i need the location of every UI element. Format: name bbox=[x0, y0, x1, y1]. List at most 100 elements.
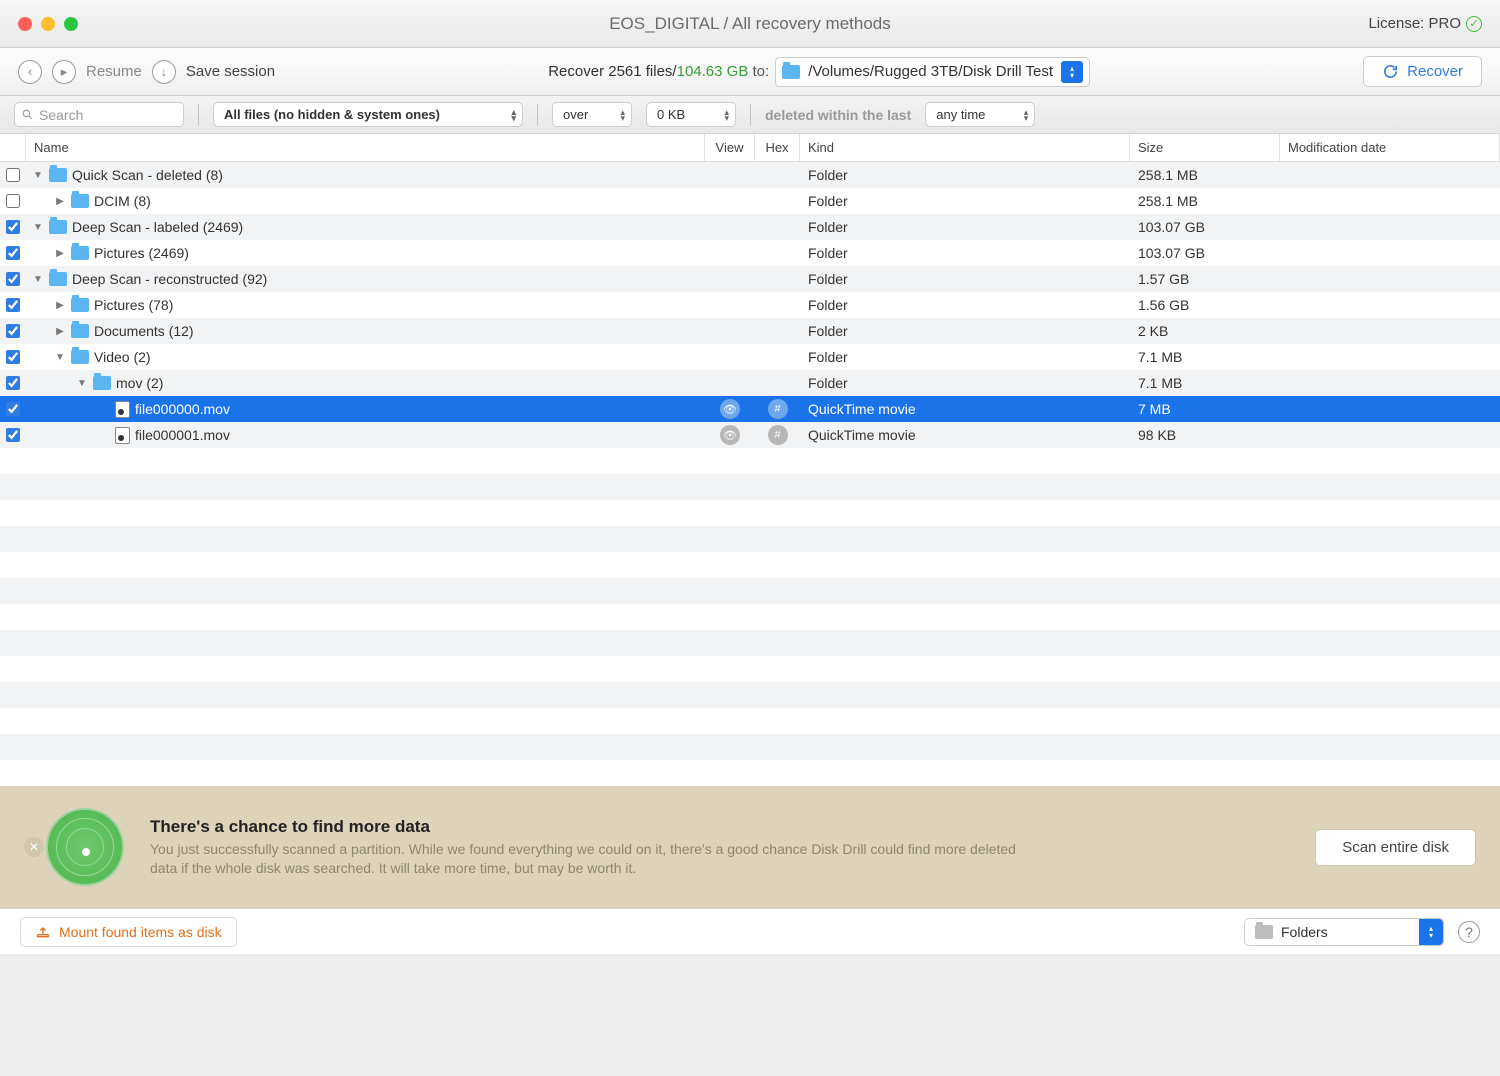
column-kind[interactable]: Kind bbox=[800, 134, 1130, 161]
table-row[interactable]: ▼Quick Scan - deleted (8)Folder258.1 MB bbox=[0, 162, 1500, 188]
empty-row bbox=[0, 578, 1500, 604]
help-button[interactable]: ? bbox=[1458, 921, 1480, 943]
mount-button[interactable]: Mount found items as disk bbox=[20, 917, 237, 947]
empty-row bbox=[0, 682, 1500, 708]
chevron-updown-icon: ▴▾ bbox=[724, 109, 729, 121]
row-checkbox[interactable] bbox=[6, 272, 20, 286]
radar-icon bbox=[46, 808, 124, 886]
column-hex[interactable]: Hex bbox=[755, 134, 800, 161]
viewmode-dropdown[interactable]: Folders ▴▾ bbox=[1244, 918, 1444, 946]
destination-path-text: /Volumes/Rugged 3TB/Disk Drill Test bbox=[808, 63, 1053, 80]
table-row[interactable]: ▼Deep Scan - reconstructed (92)Folder1.5… bbox=[0, 266, 1500, 292]
row-checkbox[interactable] bbox=[6, 246, 20, 260]
table-row[interactable]: ▶Pictures (2469)Folder103.07 GB bbox=[0, 240, 1500, 266]
column-view[interactable]: View bbox=[705, 134, 755, 161]
size-value-dropdown[interactable]: 0 KB▴▾ bbox=[646, 102, 736, 127]
table-row[interactable]: ▶DCIM (8)Folder258.1 MB bbox=[0, 188, 1500, 214]
disclosure-open-icon[interactable]: ▼ bbox=[76, 378, 88, 389]
separator bbox=[537, 104, 538, 126]
resume-label[interactable]: Resume bbox=[86, 63, 142, 80]
disclosure-closed-icon[interactable]: ▶ bbox=[54, 326, 66, 337]
file-icon bbox=[115, 401, 130, 418]
disclosure-open-icon[interactable]: ▼ bbox=[54, 352, 66, 363]
row-checkbox[interactable] bbox=[6, 402, 20, 416]
column-name[interactable]: Name bbox=[26, 134, 705, 161]
table-row[interactable]: ▶Documents (12)Folder2 KB bbox=[0, 318, 1500, 344]
empty-row bbox=[0, 526, 1500, 552]
row-kind: Folder bbox=[800, 245, 1130, 261]
size-condition-dropdown[interactable]: over▴▾ bbox=[552, 102, 632, 127]
stepper-icon[interactable]: ▴▾ bbox=[1061, 61, 1083, 83]
recover-summary: Recover 2561 files/104.63 GB to: bbox=[548, 63, 769, 80]
recover-button[interactable]: Recover bbox=[1363, 56, 1482, 87]
time-filter-label: deleted within the last bbox=[765, 107, 911, 123]
empty-row bbox=[0, 630, 1500, 656]
stepper-icon[interactable]: ▴▾ bbox=[1419, 919, 1443, 945]
play-button[interactable]: ▸ bbox=[52, 60, 76, 84]
disclosure-open-icon[interactable]: ▼ bbox=[32, 222, 44, 233]
disclosure-open-icon[interactable]: ▼ bbox=[32, 274, 44, 285]
row-name: Video (2) bbox=[94, 349, 151, 365]
destination-path[interactable]: /Volumes/Rugged 3TB/Disk Drill Test ▴▾ bbox=[775, 57, 1090, 87]
chevron-updown-icon: ▴▾ bbox=[620, 109, 625, 121]
row-name: file000001.mov bbox=[135, 427, 230, 443]
row-name: Pictures (78) bbox=[94, 297, 173, 313]
row-kind: Folder bbox=[800, 323, 1130, 339]
row-checkbox[interactable] bbox=[6, 428, 20, 442]
save-session-label[interactable]: Save session bbox=[186, 63, 275, 80]
disclosure-closed-icon[interactable]: ▶ bbox=[54, 196, 66, 207]
search-icon bbox=[21, 108, 34, 121]
file-icon bbox=[115, 427, 130, 444]
search-placeholder: Search bbox=[39, 107, 83, 123]
titlebar: EOS_DIGITAL / All recovery methods Licen… bbox=[0, 0, 1500, 48]
empty-row bbox=[0, 656, 1500, 682]
column-size[interactable]: Size bbox=[1130, 134, 1280, 161]
row-size: 98 KB bbox=[1130, 427, 1280, 443]
row-checkbox[interactable] bbox=[6, 168, 20, 182]
folder-icon bbox=[71, 324, 89, 338]
preview-icon[interactable]: 👁 bbox=[720, 399, 740, 419]
download-icon[interactable]: ↓ bbox=[152, 60, 176, 84]
table-row[interactable]: file000001.mov👁#QuickTime movie98 KB bbox=[0, 422, 1500, 448]
row-size: 103.07 GB bbox=[1130, 245, 1280, 261]
table-row[interactable]: ▶Pictures (78)Folder1.56 GB bbox=[0, 292, 1500, 318]
scan-more-banner: ✕ There's a chance to find more data You… bbox=[0, 786, 1500, 908]
table-row[interactable]: ▼Deep Scan - labeled (2469)Folder103.07 … bbox=[0, 214, 1500, 240]
folder-icon bbox=[782, 65, 800, 79]
search-input[interactable]: Search bbox=[14, 102, 184, 127]
column-header: Name View Hex Kind Size Modification dat… bbox=[0, 134, 1500, 162]
row-checkbox[interactable] bbox=[6, 376, 20, 390]
scan-entire-disk-button[interactable]: Scan entire disk bbox=[1315, 829, 1476, 866]
hex-icon[interactable]: # bbox=[768, 399, 788, 419]
time-filter-dropdown[interactable]: any time▴▾ bbox=[925, 102, 1035, 127]
row-checkbox[interactable] bbox=[6, 298, 20, 312]
row-size: 103.07 GB bbox=[1130, 219, 1280, 235]
row-checkbox[interactable] bbox=[6, 194, 20, 208]
row-checkbox[interactable] bbox=[6, 324, 20, 338]
mount-icon bbox=[35, 924, 51, 940]
separator bbox=[198, 104, 199, 126]
preview-icon[interactable]: 👁 bbox=[720, 425, 740, 445]
back-button[interactable]: ‹ bbox=[18, 60, 42, 84]
table-row[interactable]: file000000.mov👁#QuickTime movie7 MB bbox=[0, 396, 1500, 422]
close-banner-button[interactable]: ✕ bbox=[24, 837, 44, 857]
table-row[interactable]: ▼Video (2)Folder7.1 MB bbox=[0, 344, 1500, 370]
empty-row bbox=[0, 708, 1500, 734]
disclosure-closed-icon[interactable]: ▶ bbox=[54, 300, 66, 311]
file-filter-dropdown[interactable]: All files (no hidden & system ones)▴▾ bbox=[213, 102, 523, 127]
row-checkbox[interactable] bbox=[6, 350, 20, 364]
disclosure-open-icon[interactable]: ▼ bbox=[32, 170, 44, 181]
row-kind: Folder bbox=[800, 219, 1130, 235]
folder-icon bbox=[49, 220, 67, 234]
row-size: 7.1 MB bbox=[1130, 375, 1280, 391]
empty-row bbox=[0, 604, 1500, 630]
refresh-icon bbox=[1382, 63, 1399, 80]
hex-icon[interactable]: # bbox=[768, 425, 788, 445]
table-row[interactable]: ▼mov (2)Folder7.1 MB bbox=[0, 370, 1500, 396]
row-checkbox[interactable] bbox=[6, 220, 20, 234]
disclosure-closed-icon[interactable]: ▶ bbox=[54, 248, 66, 259]
row-size: 1.57 GB bbox=[1130, 271, 1280, 287]
column-modification[interactable]: Modification date bbox=[1280, 134, 1500, 161]
empty-row bbox=[0, 448, 1500, 474]
row-kind: Folder bbox=[800, 375, 1130, 391]
